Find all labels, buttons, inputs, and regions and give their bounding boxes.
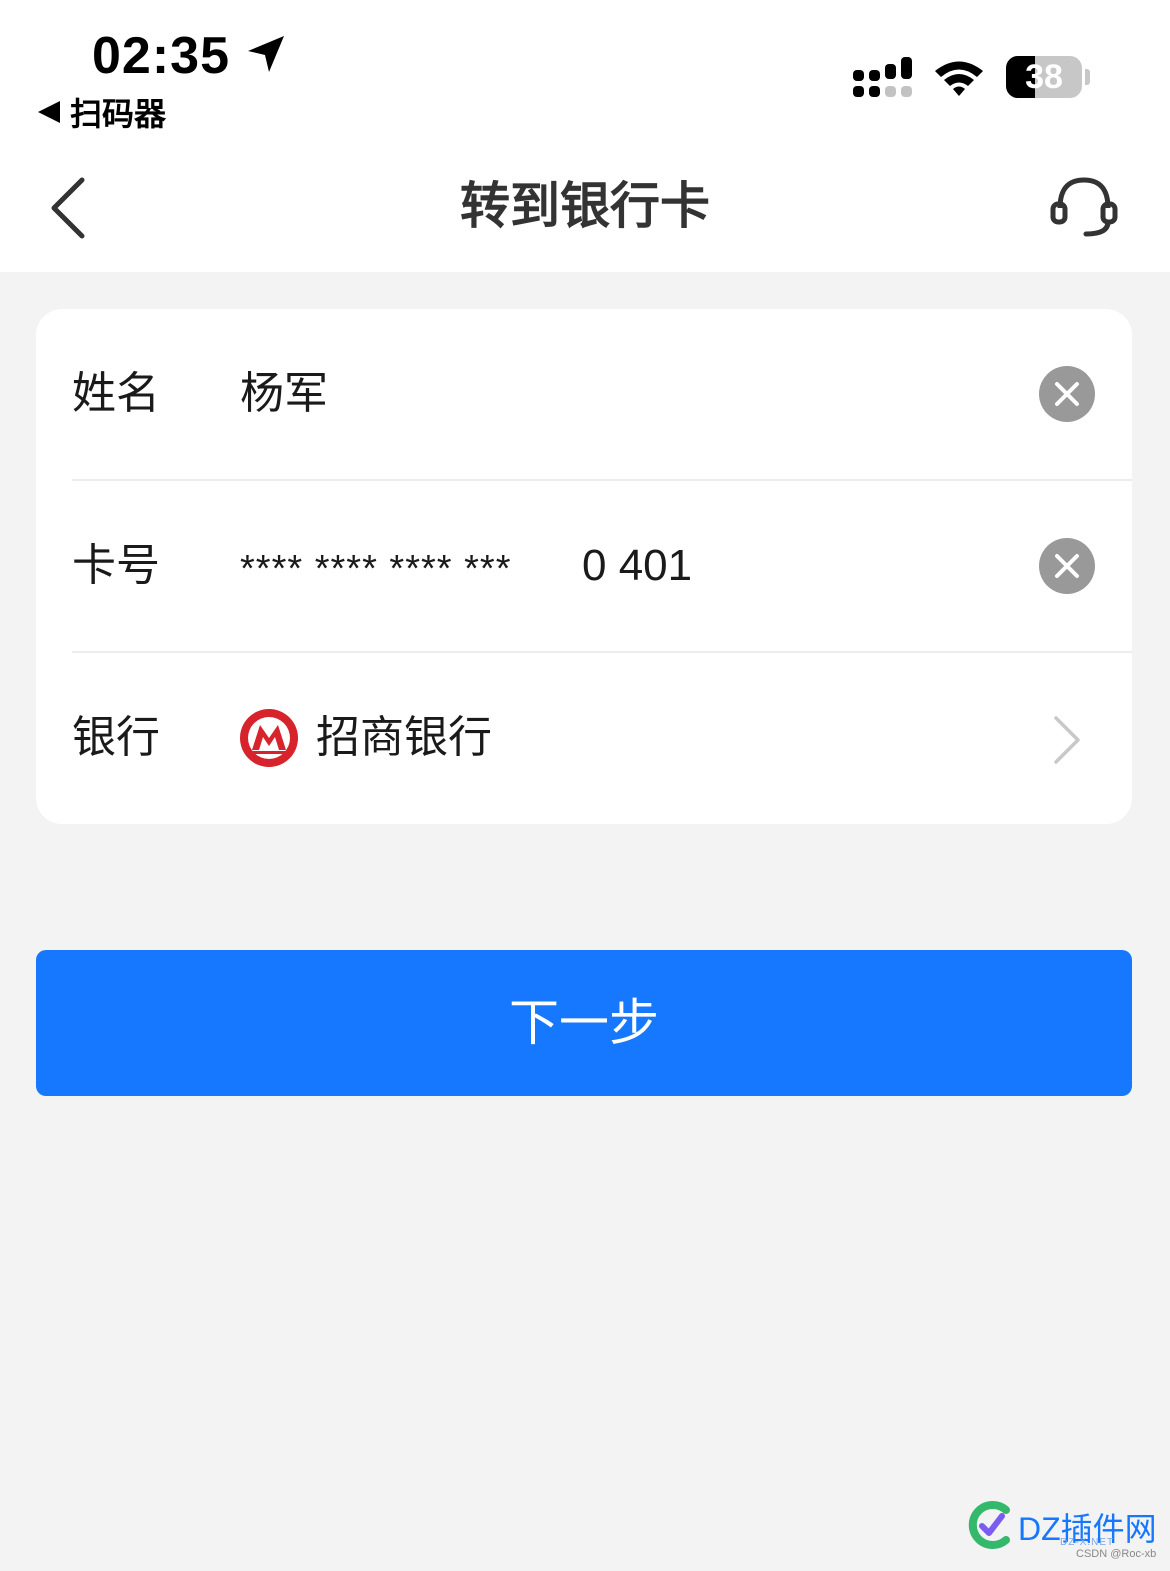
name-row: 姓名 杨军	[36, 309, 1132, 479]
location-arrow-icon	[248, 36, 284, 72]
nav-bar: 转到银行卡	[0, 140, 1170, 272]
name-label: 姓名	[72, 368, 160, 419]
card-number-label: 卡号	[72, 540, 160, 591]
dz-logo-icon	[968, 1501, 1010, 1549]
close-icon	[1055, 382, 1079, 406]
battery-indicator: 38	[1006, 56, 1082, 98]
card-number-row: 卡号 **** **** **** *** 0 401	[36, 481, 1132, 651]
bank-value: 招商银行	[316, 712, 492, 763]
status-time: 02:35	[92, 27, 230, 85]
clear-card-number-button[interactable]	[1039, 538, 1095, 594]
card-number-digits[interactable]: 0 401	[582, 481, 692, 651]
back-app-label: 扫码器	[70, 95, 167, 133]
page-title: 转到银行卡	[460, 177, 710, 235]
wifi-icon	[935, 61, 983, 96]
cmb-logo	[240, 709, 298, 767]
card-number-mask[interactable]: **** **** **** ***	[240, 481, 512, 651]
watermark-subtext: DZ-X.NET	[1060, 1537, 1115, 1548]
name-input[interactable]: 杨军	[240, 309, 328, 479]
chevron-right-icon	[1054, 716, 1080, 764]
headset-icon[interactable]	[1050, 174, 1118, 240]
close-icon	[1055, 554, 1079, 578]
battery-level: 38	[1025, 58, 1063, 96]
triangle-left-icon	[38, 101, 60, 123]
watermark-credit: CSDN @Roc-xb	[1076, 1548, 1157, 1560]
cellular-signal-icon	[853, 57, 912, 97]
bank-select-row[interactable]: 银行 招商银行	[36, 653, 1132, 823]
next-step-button[interactable]: 下一步	[36, 950, 1132, 1096]
back-to-app-link[interactable]: 扫码器	[38, 92, 167, 133]
battery-cap	[1085, 69, 1090, 85]
transfer-form-card: 姓名 杨军 卡号 **** **** **** *** 0 401 银行 招商银…	[36, 309, 1132, 824]
status-bar: 02:35 扫码器 38	[0, 0, 1170, 140]
clear-name-button[interactable]	[1039, 366, 1095, 422]
bank-label: 银行	[72, 712, 160, 763]
